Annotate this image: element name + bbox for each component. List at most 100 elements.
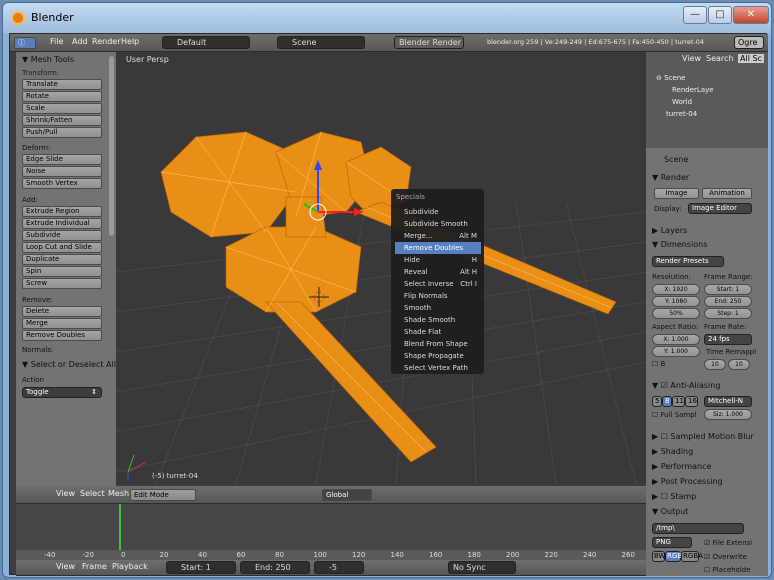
file-extension-checkbox[interactable]: ☑ File Extensi [704,539,752,547]
aspect-y-field[interactable]: Y: 1.000 [652,346,700,357]
current-frame-field[interactable]: -5 [314,561,364,574]
remap-new-field[interactable]: 10 [728,359,750,370]
overwrite-checkbox[interactable]: ☑ Overwrite [704,553,747,561]
aspect-x-field[interactable]: X: 1.000 [652,334,700,345]
minimize-button[interactable]: — [683,6,707,24]
loop-cut-button[interactable]: Loop Cut and Slide [22,242,102,253]
performance-header[interactable]: ▶ Performance [652,462,711,471]
menu-item-reveal[interactable]: Reveal Alt H [395,266,481,278]
delete-button[interactable]: Delete [22,306,102,317]
properties-tabs[interactable] [646,132,768,148]
color-mode-rgb[interactable]: RGB [665,551,682,562]
frame-start-field[interactable]: Start: 1 [704,284,752,295]
orientation-select[interactable]: Global [322,489,372,501]
mode-select[interactable]: Edit Mode [130,489,196,501]
timeline-playback-menu[interactable]: Playback [112,562,148,571]
layers-section-header[interactable]: ▶ Layers [652,226,687,235]
remap-old-field[interactable]: 10 [704,359,726,370]
display-select[interactable]: Image Editor [688,203,752,214]
edge-slide-button[interactable]: Edge Slide [22,154,102,165]
action-select[interactable]: Toggle ⇕ [22,387,102,398]
resolution-y-field[interactable]: Y: 1080 [652,296,700,307]
resolution-x-field[interactable]: X: 1920 [652,284,700,295]
color-mode-rgba[interactable]: RGBA [681,551,703,562]
aa-size-field[interactable]: Siz: 1.000 [704,409,752,420]
duplicate-button[interactable]: Duplicate [22,254,102,265]
maximize-button[interactable]: □ [708,6,732,24]
close-button[interactable]: ✕ [733,6,769,24]
push-pull-button[interactable]: Push/Pull [22,127,102,138]
menu-render[interactable]: Render [92,37,120,46]
frame-end-field[interactable]: End: 250 [704,296,752,307]
spin-button[interactable]: Spin [22,266,102,277]
aa-samples-11[interactable]: 11 [672,396,685,407]
fps-select[interactable]: 24 fps [704,334,752,345]
mesh-tools-header[interactable]: ▼ Mesh Tools [22,55,74,64]
3d-viewport[interactable]: User Persp (-5) turret-04 Specials Subdi… [116,52,646,484]
menu-item-shape-propagate[interactable]: Shape Propagate [395,350,481,362]
shading-header[interactable]: ▶ Shading [652,447,693,456]
outliner-filter[interactable]: All Sc [738,54,764,63]
tool-shelf-scrollbar[interactable] [109,56,114,236]
file-format-select[interactable]: PNG [652,537,692,548]
select-menu[interactable]: Select [80,489,105,498]
post-processing-header[interactable]: ▶ Post Processing [652,477,723,486]
outliner-item-turret[interactable]: turret-04 [666,110,697,118]
menu-item-merge[interactable]: Merge... Alt M [395,230,481,242]
subdivide-button[interactable]: Subdivide [22,230,102,241]
menu-item-subdivide-smooth[interactable]: Subdivide Smooth [395,218,481,230]
remove-doubles-button[interactable]: Remove Doubles [22,330,102,341]
timeline-frame-menu[interactable]: Frame [82,562,107,571]
scene-selector[interactable]: Scene [277,36,365,49]
aa-samples-5[interactable]: 5 [652,396,662,407]
extrude-individual-button[interactable]: Extrude Individual [22,218,102,229]
stamp-header[interactable]: ▶ ☐ Stamp [652,492,696,501]
resolution-percent-field[interactable]: 50% [652,308,700,319]
outliner-item-renderlayers[interactable]: RenderLaye [672,86,714,94]
render-section-header[interactable]: ▼ Render [652,173,689,182]
timeline-view-menu[interactable]: View [56,562,75,571]
full-sample-checkbox[interactable]: ☐ Full Sampl [652,411,697,419]
menu-item-flip-normals[interactable]: Flip Normals [395,290,481,302]
render-animation-button[interactable]: Animation [702,188,752,199]
menu-help[interactable]: Help [121,37,139,46]
menu-item-shade-smooth[interactable]: Shade Smooth [395,314,481,326]
menu-item-select-inverse[interactable]: Select Inverse Ctrl I [395,278,481,290]
timeline-end-field[interactable]: End: 250 [240,561,310,574]
mesh-menu[interactable]: Mesh [108,489,129,498]
sync-select[interactable]: No Sync [448,561,516,574]
placeholder-checkbox[interactable]: ☐ Placeholde [704,566,751,574]
frame-step-field[interactable]: Step: 1 [704,308,752,319]
aa-samples-8[interactable]: 8 [662,396,672,407]
render-engine-select[interactable]: Blender Render [394,36,464,49]
dimensions-section-header[interactable]: ▼ Dimensions [652,240,707,249]
menu-item-hide[interactable]: Hide H [395,254,481,266]
menu-file[interactable]: File [50,37,63,46]
extrude-region-button[interactable]: Extrude Region [22,206,102,217]
motion-blur-header[interactable]: ▶ ☐ Sampled Motion Blur [652,432,754,441]
menu-item-select-vertex-path[interactable]: Select Vertex Path [395,362,481,374]
view-menu[interactable]: View [56,489,75,498]
shrink-fatten-button[interactable]: Shrink/Fatten [22,115,102,126]
rotate-button[interactable]: Rotate [22,91,102,102]
anti-aliasing-header[interactable]: ▼ ☑ Anti-Aliasing [652,381,720,390]
outliner-view-menu[interactable]: View [682,54,701,63]
smooth-vertex-button[interactable]: Smooth Vertex [22,178,102,189]
menu-item-subdivide[interactable]: Subdivide [395,206,481,218]
menu-item-shade-flat[interactable]: Shade Flat [395,326,481,338]
output-path-field[interactable]: /tmp\ [652,523,744,534]
outliner-item-scene[interactable]: ⊖ Scene [656,74,685,82]
menu-item-smooth[interactable]: Smooth [395,302,481,314]
render-presets-select[interactable]: Render Presets [652,256,724,267]
scale-button[interactable]: Scale [22,103,102,114]
output-header[interactable]: ▼ Output [652,507,689,516]
layout-selector[interactable]: Default [162,36,250,49]
screw-button[interactable]: Screw [22,278,102,289]
translate-button[interactable]: Translate [22,79,102,90]
timeline-start-field[interactable]: Start: 1 [166,561,236,574]
menu-add[interactable]: Add [72,37,88,46]
timeline[interactable]: View Frame Playback Start: 1 End: 250 -5… [16,504,646,576]
outliner-search-menu[interactable]: Search [706,54,733,63]
outliner-item-world[interactable]: World [672,98,692,106]
aa-samples-16[interactable]: 16 [685,396,698,407]
